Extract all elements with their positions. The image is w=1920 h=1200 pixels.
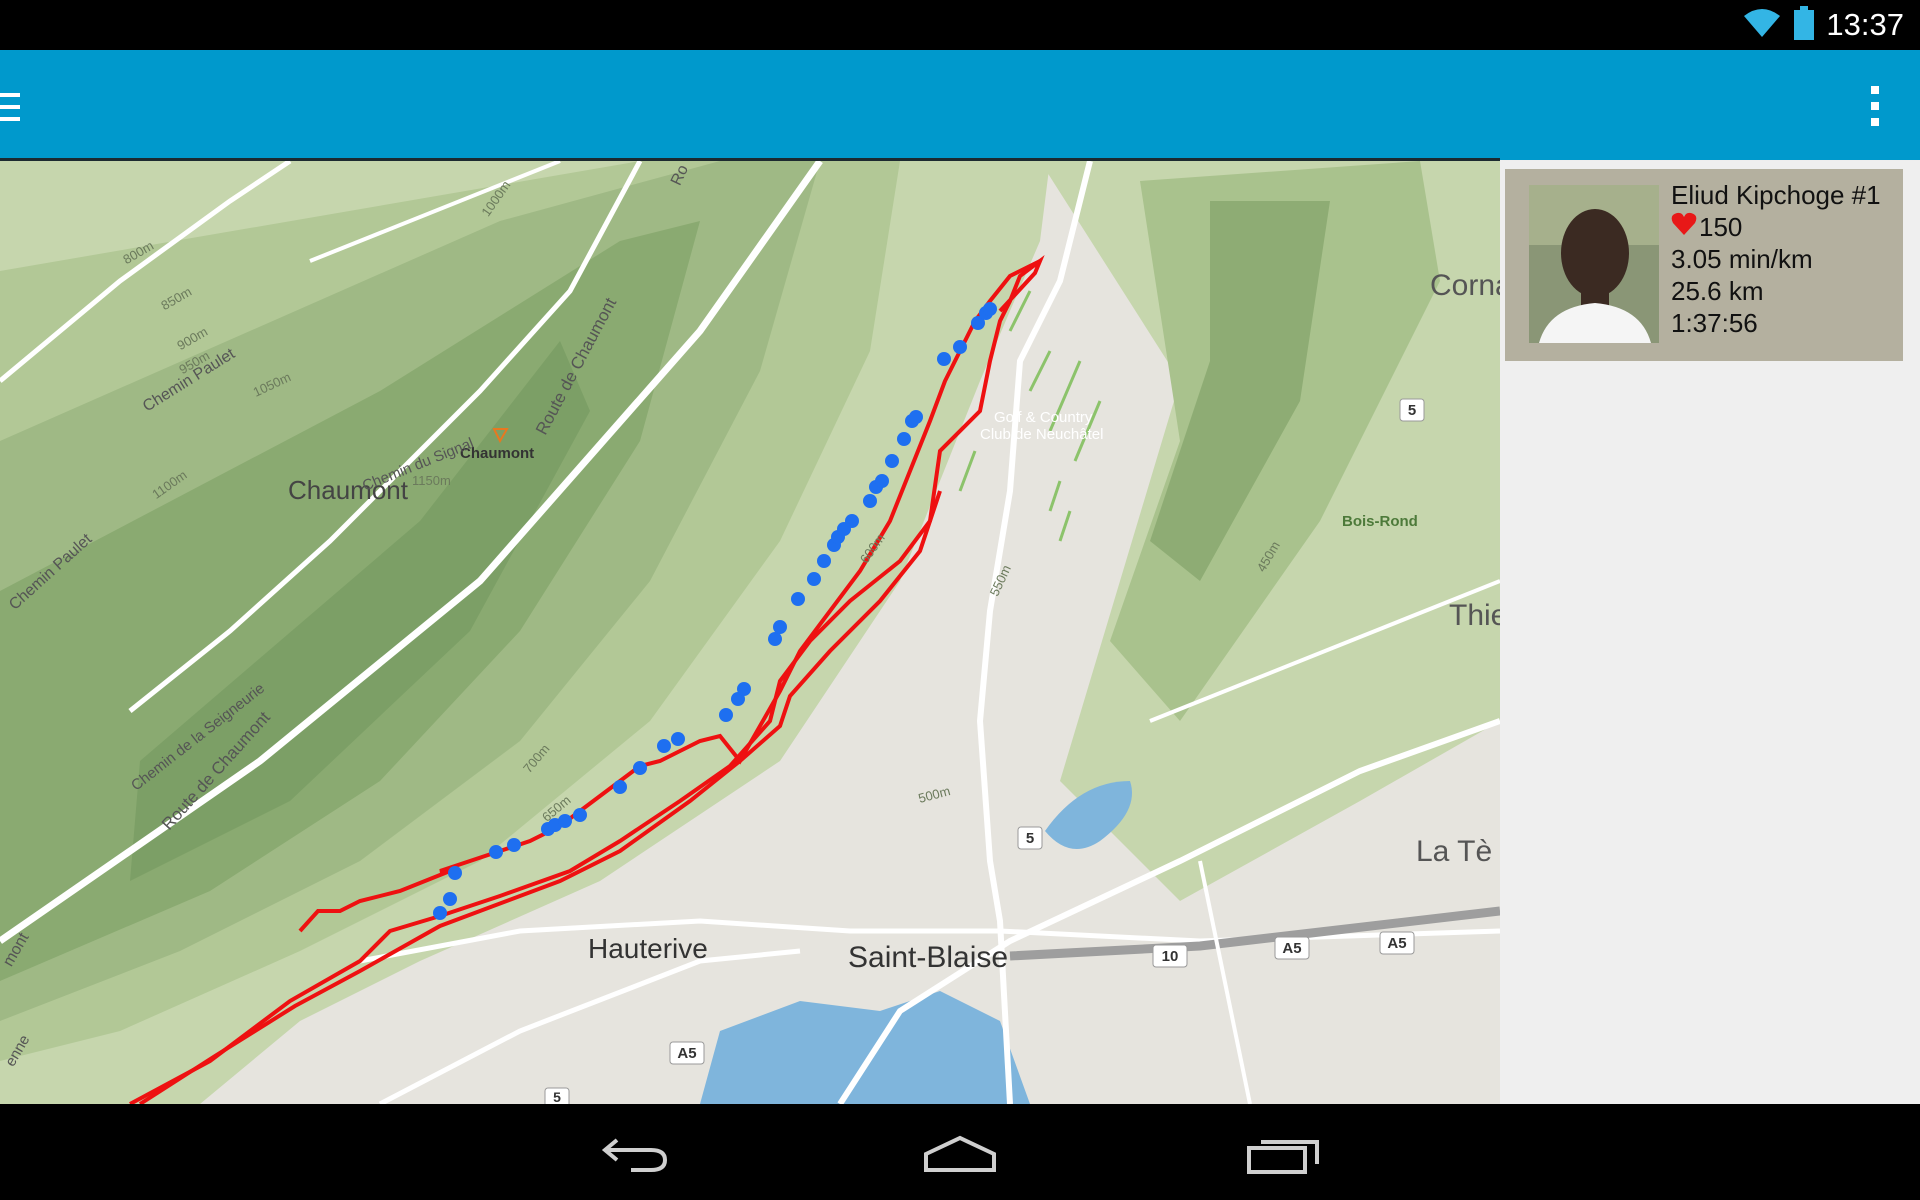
back-icon[interactable] [576,1124,696,1184]
place-label-bois-rond: Bois-Rond [1342,513,1418,530]
overflow-menu-icon[interactable] [1866,82,1886,130]
home-icon[interactable] [900,1124,1020,1184]
place-label-golf-club: Club de Neuchâtel [980,426,1104,443]
place-label-thielle: Thie [1449,599,1500,632]
runner-card[interactable]: Eliud Kipchoge #1 150 3.05 min/km 25.6 k… [1505,169,1903,361]
app-bar [0,50,1920,160]
elapsed-time-value: 1:37:56 [1671,308,1758,338]
road-shield-a5: A5 [1387,935,1407,952]
road-shield-5: 5 [1407,402,1417,419]
road-shield-5: 5 [1025,830,1035,847]
recents-icon[interactable] [1224,1124,1344,1184]
place-label-cornaux: Corna [1430,269,1500,302]
place-label-hauterive: Hauterive [588,933,708,964]
hamburger-menu-icon[interactable] [0,90,24,124]
distance-value: 25.6 km [1671,276,1764,306]
runner-name: Eliud Kipchoge #1 [1671,180,1881,210]
map-view[interactable]: Chaumont Chaumont Hauterive Saint-Blaise… [0,161,1500,1104]
place-label-la-tene: La Tè [1416,835,1493,868]
status-bar: 13:37 [0,0,1920,50]
elevation-label: 1150m [412,473,451,488]
road-shield-10: 10 [1161,948,1179,965]
road-shield-5: 5 [553,1089,561,1104]
heart-icon [1671,211,1697,243]
runner-info: Eliud Kipchoge #1 150 3.05 min/km 25.6 k… [1671,179,1881,339]
avatar [1529,185,1659,343]
status-icons: 13:37 [1742,0,1904,50]
clock: 13:37 [1826,7,1904,42]
place-label-golf: Golf & Country [994,409,1093,426]
road-shield-a5: A5 [1282,940,1302,957]
pace-value: 3.05 min/km [1671,244,1813,274]
place-label-saint-blaise: Saint-Blaise [848,941,1009,974]
road-shield-a5: A5 [677,1045,697,1062]
heart-rate-value: 150 [1699,212,1743,242]
wifi-icon [1742,7,1782,43]
battery-icon [1794,6,1815,44]
heart-rate-row: 150 [1671,211,1881,243]
